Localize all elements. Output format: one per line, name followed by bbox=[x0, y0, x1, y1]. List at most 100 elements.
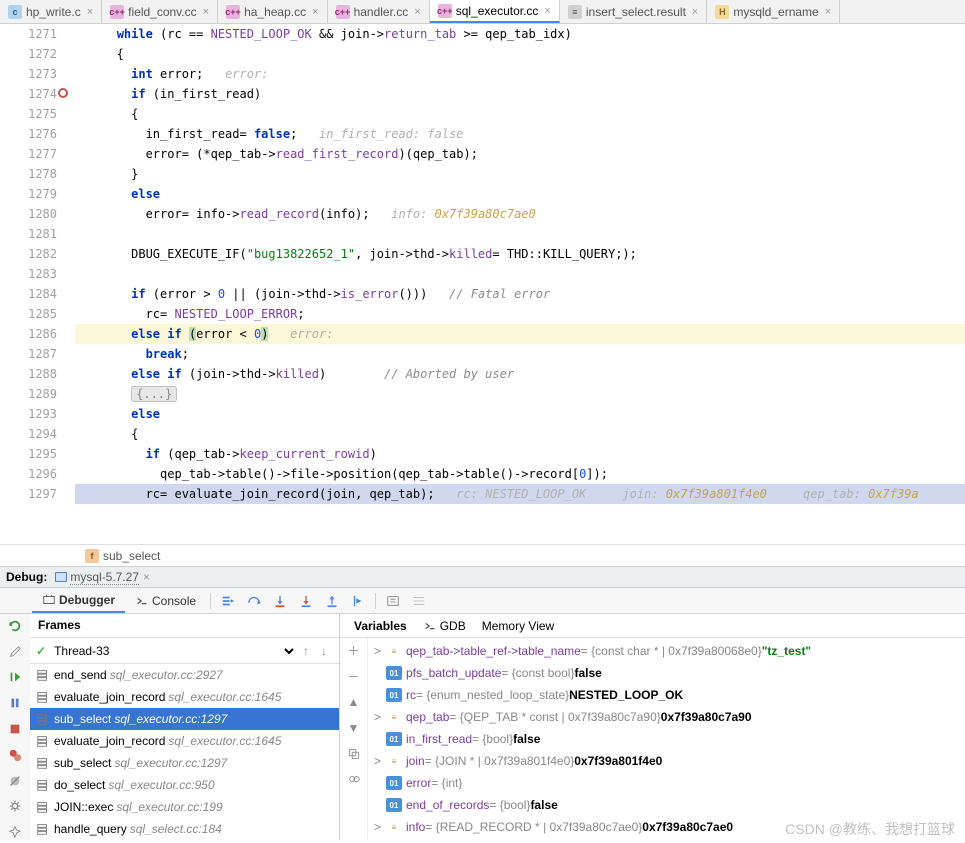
variable-row[interactable]: >≡info = {READ_RECORD * | 0x7f39a80c7ae0… bbox=[368, 816, 965, 838]
line-number[interactable]: 1281 bbox=[0, 224, 57, 244]
code-line[interactable]: rc= NESTED_LOOP_ERROR; bbox=[75, 304, 965, 324]
tab-console[interactable]: Console bbox=[125, 590, 206, 612]
new-watch-icon[interactable]: ＋ bbox=[346, 642, 362, 658]
code-line[interactable]: while (rc == NESTED_LOOP_OK && join->ret… bbox=[75, 24, 965, 44]
frame-up-icon[interactable]: ↑ bbox=[297, 642, 315, 660]
line-number[interactable]: 1271 bbox=[0, 24, 57, 44]
code-line[interactable]: { bbox=[75, 424, 965, 444]
code-line[interactable]: } bbox=[75, 164, 965, 184]
stack-frame[interactable]: evaluate_join_record sql_executor.cc:164… bbox=[30, 686, 339, 708]
pin-icon[interactable] bbox=[6, 824, 24, 840]
variable-row[interactable]: >≡join = {JOIN * | 0x7f39a801f4e0} 0x7f3… bbox=[368, 750, 965, 772]
expand-icon[interactable] bbox=[374, 688, 386, 702]
code-line[interactable]: else bbox=[75, 404, 965, 424]
move-down-icon[interactable]: ▼ bbox=[346, 720, 362, 736]
trace-icon[interactable] bbox=[409, 591, 429, 611]
frames-list[interactable]: end_send sql_executor.cc:2927evaluate_jo… bbox=[30, 664, 339, 840]
close-icon[interactable]: × bbox=[414, 6, 420, 18]
line-number[interactable]: 1284 bbox=[0, 284, 57, 304]
mute-breakpoints-icon[interactable] bbox=[6, 773, 24, 789]
stack-frame[interactable]: sub_select sql_executor.cc:1297 bbox=[30, 708, 339, 730]
thread-selector[interactable]: ✓ Thread-33 ↑ ↓ bbox=[30, 638, 339, 664]
step-into-icon[interactable] bbox=[270, 591, 290, 611]
expand-icon[interactable]: > bbox=[374, 644, 386, 658]
file-tab[interactable]: Hmysqld_ername× bbox=[707, 0, 840, 23]
tab-memory-view[interactable]: Memory View bbox=[474, 617, 562, 635]
pause-icon[interactable] bbox=[6, 695, 24, 711]
variable-row[interactable]: >≡qep_tab->table_ref->table_name = {cons… bbox=[368, 640, 965, 662]
line-number[interactable]: 1277 bbox=[0, 144, 57, 164]
line-number[interactable]: 1287 bbox=[0, 344, 57, 364]
show-watches-icon[interactable] bbox=[346, 772, 362, 788]
variable-row[interactable]: >≡qep_tab = {QEP_TAB * const | 0x7f39a80… bbox=[368, 706, 965, 728]
line-number[interactable]: 1289 bbox=[0, 384, 57, 404]
line-number[interactable]: 1273 bbox=[0, 64, 57, 84]
expand-icon[interactable]: > bbox=[374, 754, 386, 768]
close-icon[interactable]: × bbox=[825, 6, 831, 18]
force-step-into-icon[interactable] bbox=[296, 591, 316, 611]
variable-row[interactable]: 01rc = {enum_nested_loop_state} NESTED_L… bbox=[368, 684, 965, 706]
code-line[interactable]: if (qep_tab->keep_current_rowid) bbox=[75, 444, 965, 464]
modify-run-config-icon[interactable] bbox=[6, 644, 24, 660]
close-icon[interactable]: × bbox=[143, 570, 150, 584]
code-view[interactable]: while (rc == NESTED_LOOP_OK && join->ret… bbox=[75, 24, 965, 544]
variable-row[interactable]: 01in_first_read = {bool} false bbox=[368, 728, 965, 750]
close-icon[interactable]: × bbox=[87, 6, 93, 18]
breadcrumb[interactable]: f sub_select bbox=[0, 544, 965, 566]
close-icon[interactable]: × bbox=[203, 6, 209, 18]
file-tab[interactable]: c++ha_heap.cc× bbox=[218, 0, 328, 23]
file-tab[interactable]: ≡insert_select.result× bbox=[560, 0, 707, 23]
code-line[interactable]: in_first_read= false; in_first_read: fal… bbox=[75, 124, 965, 144]
stack-frame[interactable]: JOIN::exec sql_executor.cc:199 bbox=[30, 796, 339, 818]
expand-icon[interactable] bbox=[374, 666, 386, 680]
code-line[interactable] bbox=[75, 264, 965, 284]
variable-row[interactable]: 01end_of_records = {bool} false bbox=[368, 794, 965, 816]
code-line[interactable]: qep_tab->table()->file->position(qep_tab… bbox=[75, 464, 965, 484]
code-line[interactable]: else if (error < 0) error: bbox=[75, 324, 965, 344]
code-line[interactable]: {...} bbox=[75, 384, 965, 404]
close-icon[interactable]: × bbox=[544, 5, 550, 17]
file-tab[interactable]: chp_write.c× bbox=[0, 0, 102, 23]
file-tab[interactable]: c++sql_executor.cc× bbox=[430, 0, 560, 23]
code-line[interactable]: int error; error: bbox=[75, 64, 965, 84]
line-number[interactable]: 1296 bbox=[0, 464, 57, 484]
file-tab[interactable]: c++handler.cc× bbox=[328, 0, 430, 23]
stack-frame[interactable]: handle_query sql_select.cc:184 bbox=[30, 818, 339, 840]
code-line[interactable]: if (error > 0 || (join->thd->is_error())… bbox=[75, 284, 965, 304]
line-number[interactable]: 1283 bbox=[0, 264, 57, 284]
variable-row[interactable]: 01error = {int} bbox=[368, 772, 965, 794]
expand-icon[interactable]: > bbox=[374, 820, 386, 834]
code-line[interactable]: if (in_first_read) bbox=[75, 84, 965, 104]
line-number[interactable]: 1278 bbox=[0, 164, 57, 184]
settings-icon[interactable] bbox=[6, 798, 24, 814]
step-out-icon[interactable] bbox=[322, 591, 342, 611]
move-up-icon[interactable]: ▲ bbox=[346, 694, 362, 710]
stack-frame[interactable]: end_send sql_executor.cc:2927 bbox=[30, 664, 339, 686]
line-number[interactable]: 1297 bbox=[0, 484, 57, 504]
code-line[interactable]: { bbox=[75, 104, 965, 124]
variable-row[interactable]: 01pfs_batch_update = {const bool} false bbox=[368, 662, 965, 684]
stack-frame[interactable]: evaluate_join_record sql_executor.cc:164… bbox=[30, 730, 339, 752]
line-number[interactable]: 1288 bbox=[0, 364, 57, 384]
line-number[interactable]: 1285 bbox=[0, 304, 57, 324]
line-number[interactable]: 1282 bbox=[0, 244, 57, 264]
run-config-name[interactable]: mysql-5.7.27 bbox=[70, 570, 139, 585]
stop-icon[interactable] bbox=[6, 721, 24, 737]
code-line[interactable]: else bbox=[75, 184, 965, 204]
line-number[interactable]: 1274 bbox=[0, 84, 57, 104]
duplicate-watch-icon[interactable] bbox=[346, 746, 362, 762]
expand-icon[interactable] bbox=[374, 776, 386, 790]
variables-list[interactable]: >≡qep_tab->table_ref->table_name = {cons… bbox=[368, 638, 965, 840]
code-line[interactable]: DBUG_EXECUTE_IF("bug13822652_1", join->t… bbox=[75, 244, 965, 264]
evaluate-expression-icon[interactable] bbox=[383, 591, 403, 611]
code-line[interactable]: break; bbox=[75, 344, 965, 364]
thread-dropdown[interactable]: Thread-33 bbox=[50, 643, 297, 659]
code-line[interactable]: rc= evaluate_join_record(join, qep_tab);… bbox=[75, 484, 965, 504]
code-line[interactable]: { bbox=[75, 44, 965, 64]
expand-icon[interactable]: > bbox=[374, 710, 386, 724]
line-number[interactable]: 1280 bbox=[0, 204, 57, 224]
code-line[interactable]: error= info->read_record(info); info: 0x… bbox=[75, 204, 965, 224]
show-execution-point-icon[interactable] bbox=[218, 591, 238, 611]
remove-watch-icon[interactable]: － bbox=[346, 668, 362, 684]
tab-variables[interactable]: Variables bbox=[346, 617, 415, 635]
